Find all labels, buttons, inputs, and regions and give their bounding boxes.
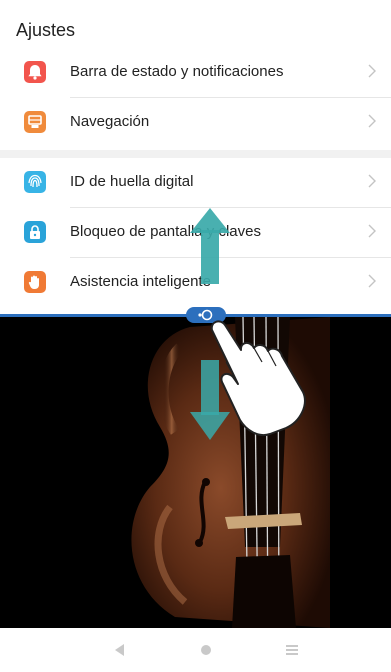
settings-item-label: Asistencia inteligente	[70, 273, 211, 290]
settings-item-label: Barra de estado y notificaciones	[70, 63, 284, 80]
chevron-right-icon	[368, 174, 376, 188]
navigation-icon	[24, 111, 46, 133]
header: Ajustes	[0, 0, 391, 54]
violin-image	[0, 317, 391, 628]
chevron-right-icon	[368, 274, 376, 288]
chevron-right-icon	[368, 114, 376, 128]
home-icon[interactable]	[196, 640, 216, 660]
back-icon[interactable]	[110, 640, 130, 660]
settings-item-fingerprint[interactable]: ID de huella digital	[0, 158, 391, 208]
settings-item-status-bar[interactable]: Barra de estado y notificaciones	[0, 48, 391, 98]
settings-item-screen-lock[interactable]: Bloqueo de pantalla y claves	[0, 208, 391, 258]
recents-icon[interactable]	[282, 640, 302, 660]
navigation-bar	[0, 628, 391, 672]
settings-item-label: Bloqueo de pantalla y claves	[70, 223, 261, 240]
settings-item-smart-assistance[interactable]: Asistencia inteligente	[0, 258, 391, 308]
hand-icon	[24, 271, 46, 293]
lock-icon	[24, 221, 46, 243]
settings-item-navigation[interactable]: Navegación	[0, 98, 391, 148]
fingerprint-icon	[24, 171, 46, 193]
violin-image	[0, 317, 391, 628]
chevron-right-icon	[368, 224, 376, 238]
settings-item-label: ID de huella digital	[70, 173, 194, 190]
settings-item-label: Navegación	[70, 113, 150, 130]
split-handle-icon[interactable]	[186, 307, 226, 323]
notification-icon	[24, 61, 46, 83]
page-title: Ajustes	[16, 20, 76, 40]
chevron-right-icon	[368, 64, 376, 78]
